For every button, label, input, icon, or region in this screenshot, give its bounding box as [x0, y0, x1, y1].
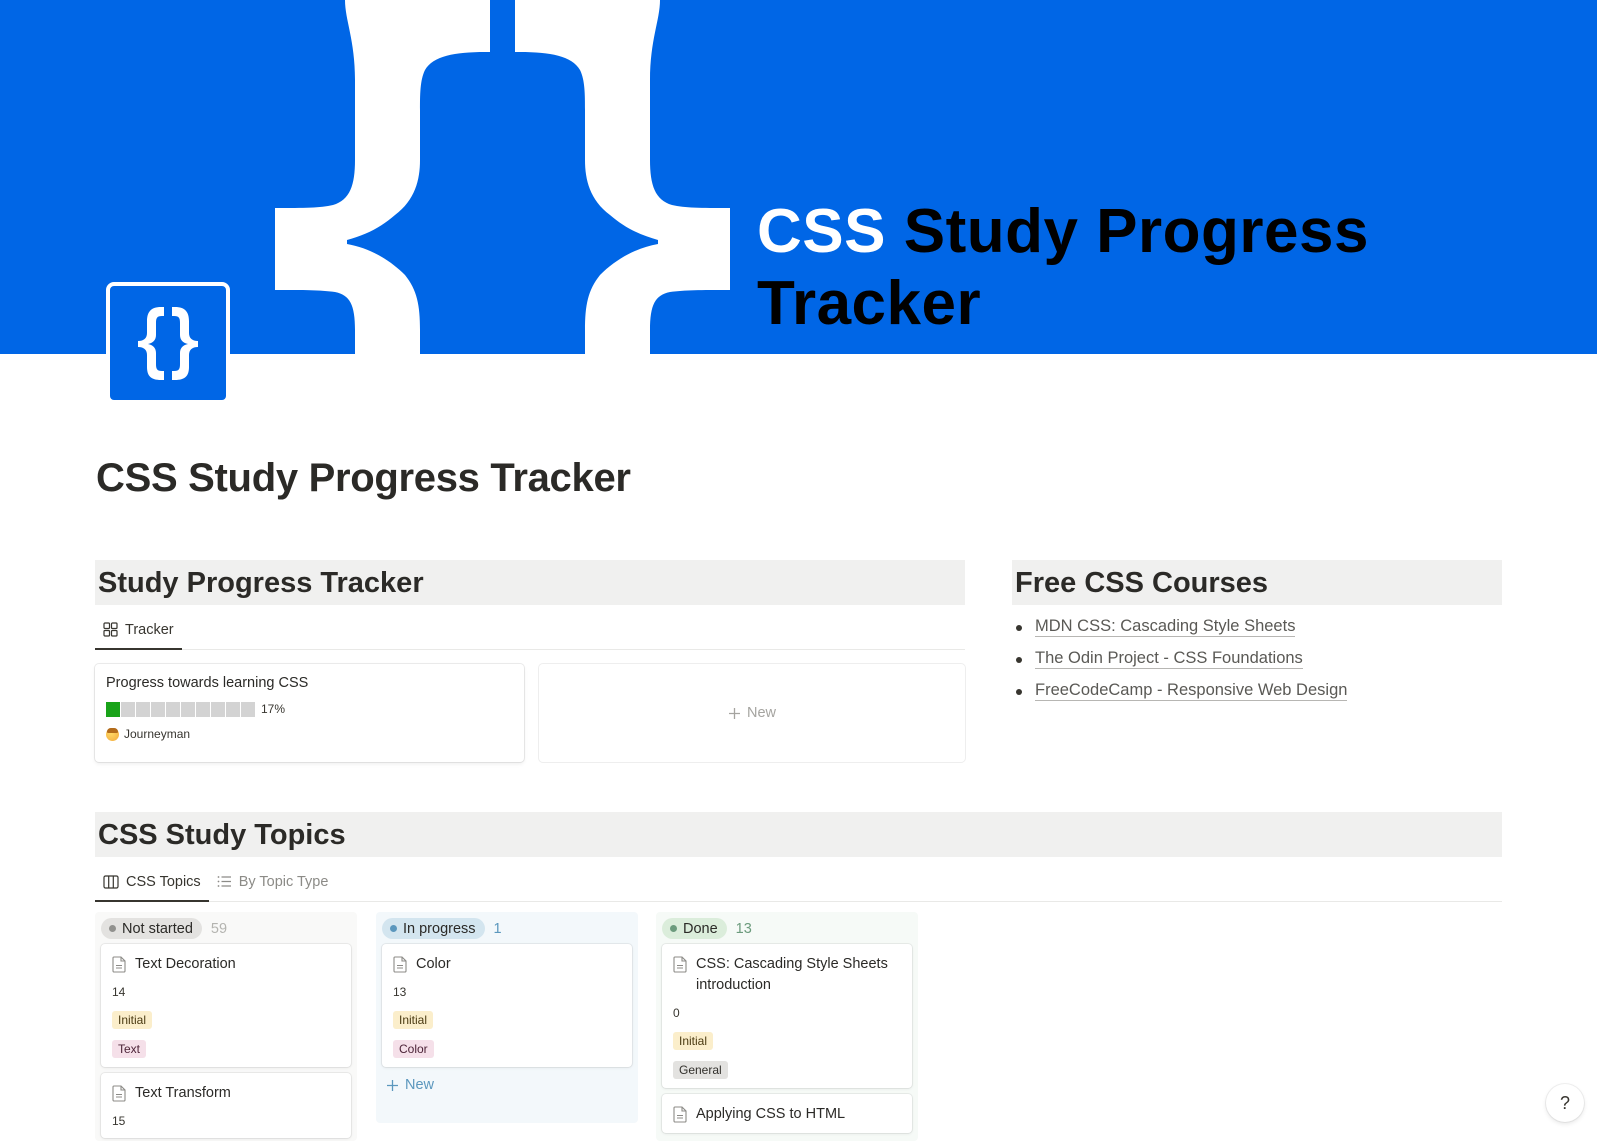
progress-segment [106, 701, 120, 717]
progress-segment [151, 701, 165, 717]
tab-tracker-label: Tracker [125, 621, 174, 638]
page-icon [112, 956, 126, 973]
plus-icon [387, 1079, 398, 1091]
page-icon [673, 956, 687, 973]
board-icon [103, 874, 119, 889]
curly-braces-icon [138, 307, 198, 380]
course-list-item: MDN CSS: Cascading Style Sheets [1016, 611, 1347, 643]
tracker-tabbar: Tracker [95, 610, 965, 650]
status-pill-not-started[interactable]: Not started [101, 918, 202, 939]
topic-card-title: Color [416, 956, 451, 972]
topic-card[interactable]: Color 13 Initial Color [382, 944, 632, 1067]
progress-card-title: Progress towards learning CSS [106, 675, 309, 691]
status-label: In progress [403, 920, 476, 937]
status-dot-icon [670, 925, 677, 932]
page-icon[interactable] [106, 282, 230, 404]
tab-by-topic-type[interactable]: By Topic Type [209, 862, 337, 901]
topics-tabbar: CSS Topics By Topic Type [95, 862, 1502, 902]
cover-banner: CSS Study Progress Tracker [0, 0, 1597, 354]
progress-segment [166, 701, 180, 717]
status-pill-done[interactable]: Done [662, 918, 727, 939]
progress-segment [241, 701, 255, 717]
course-list-item: FreeCodeCamp - Responsive Web Design [1016, 675, 1348, 707]
gallery-icon [103, 622, 118, 637]
type-tag: Color [393, 1040, 434, 1058]
help-button[interactable]: ? [1546, 1084, 1584, 1122]
topic-card-number: 14 [112, 985, 126, 999]
progress-segment [136, 701, 150, 717]
progress-card[interactable]: Progress towards learning CSS 17% Journe… [95, 664, 524, 762]
status-dot-icon [109, 925, 116, 932]
level-tag: Initial [393, 1011, 434, 1029]
board-column-in-progress: In progress 1 Color 13 Initial Color New [376, 912, 638, 1123]
page-icon [112, 1085, 126, 1102]
progress-segment [181, 701, 195, 717]
column-count: 13 [735, 920, 752, 937]
status-dot-icon [390, 925, 397, 932]
cover-title: CSS Study Progress Tracker [757, 196, 1369, 340]
topic-card[interactable]: Text Transform 15 [101, 1073, 351, 1138]
topic-card-title: CSS: Cascading Style Sheets introduction [696, 956, 888, 993]
progress-segment [121, 701, 135, 717]
add-new-card-button[interactable]: New [382, 1073, 632, 1097]
cover-title-rest: Study Progress [885, 197, 1369, 266]
column-count: 59 [210, 920, 228, 937]
face-emoji-icon [106, 727, 119, 741]
page-title: CSS Study Progress Tracker [96, 456, 631, 500]
course-link-freecodecamp[interactable]: FreeCodeCamp - Responsive Web Design [1035, 681, 1348, 701]
add-new-label: New [405, 1077, 435, 1093]
tab-css-topics[interactable]: CSS Topics [95, 862, 209, 902]
topic-card[interactable]: CSS: Cascading Style Sheets introduction… [662, 944, 912, 1088]
list-icon [217, 876, 231, 887]
progress-percent: 17% [261, 702, 286, 716]
progress-segment [196, 701, 210, 717]
status-label: Done [683, 920, 718, 937]
topic-card[interactable]: Text Decoration 14 Initial Text [101, 944, 351, 1067]
level-label: Journeyman [124, 727, 191, 741]
cover-title-highlight: CSS [757, 197, 886, 266]
courses-list: MDN CSS: Cascading Style Sheets The Odin… [1016, 611, 1348, 707]
type-tag: General [673, 1061, 728, 1079]
tab-css-topics-label: CSS Topics [126, 873, 201, 890]
page-icon [393, 956, 407, 973]
topic-card-title: Text Transform [135, 1085, 231, 1101]
progress-segment [226, 701, 240, 717]
courses-section-heading: Free CSS Courses [1012, 560, 1502, 605]
progress-segment [211, 701, 225, 717]
board-column-done: Done 13 CSS: Cascading Style Sheets intr… [656, 912, 918, 1141]
topic-card-title: Applying CSS to HTML [696, 1106, 846, 1122]
progress-bar [106, 701, 255, 717]
board-column-not-started: Not started 59 Text Decoration 14 Initia… [95, 912, 357, 1141]
topic-card-number: 13 [393, 985, 407, 999]
topic-card[interactable]: Applying CSS to HTML [662, 1094, 912, 1133]
status-pill-in-progress[interactable]: In progress [382, 918, 485, 939]
level-tag: Initial [673, 1032, 714, 1050]
course-list-item: The Odin Project - CSS Foundations [1016, 643, 1347, 675]
plus-icon [728, 707, 740, 719]
status-label: Not started [122, 920, 193, 937]
course-link-odin[interactable]: The Odin Project - CSS Foundations [1035, 649, 1303, 669]
course-link-mdn[interactable]: MDN CSS: Cascading Style Sheets [1035, 617, 1296, 637]
curly-braces-icon [275, 0, 730, 354]
tab-by-topic-type-label: By Topic Type [238, 873, 329, 890]
tab-tracker[interactable]: Tracker [95, 610, 182, 650]
page-icon [673, 1106, 687, 1123]
type-tag: Text [112, 1040, 147, 1058]
topic-card-title: Text Decoration [135, 956, 236, 972]
cover-title-line2: Tracker [757, 269, 982, 338]
topics-section-heading: CSS Study Topics [95, 812, 1502, 857]
column-count: 1 [493, 920, 502, 937]
level-tag: Initial [112, 1011, 153, 1029]
tracker-section-heading: Study Progress Tracker [95, 560, 965, 605]
new-tracker-card-button[interactable]: New [539, 664, 965, 762]
topic-card-number: 15 [112, 1114, 126, 1128]
topic-card-number: 0 [673, 1006, 680, 1020]
new-card-label: New [746, 705, 776, 721]
